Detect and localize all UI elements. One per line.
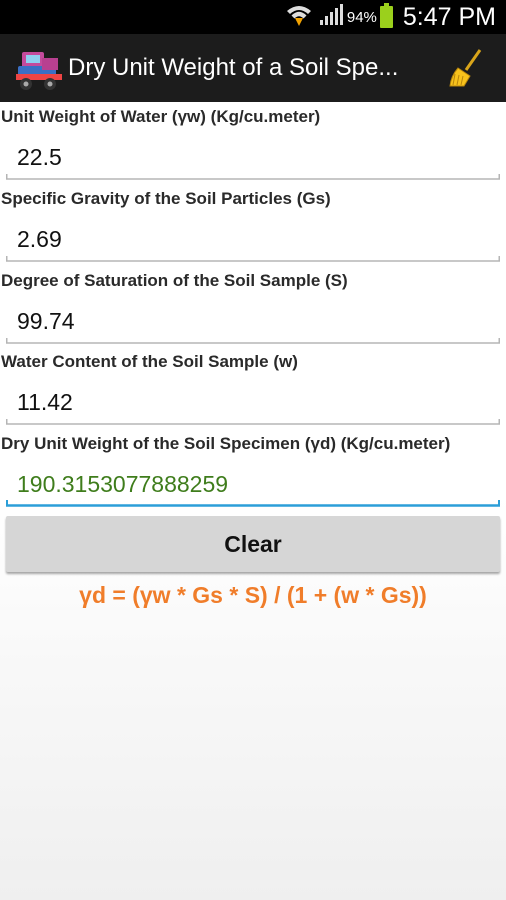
specific-gravity-underline (6, 256, 500, 262)
water-content-underline (6, 419, 500, 425)
action-bar: Dry Unit Weight of a Soil Spe... (0, 34, 506, 102)
clock: 5:47 PM (402, 2, 496, 31)
dry-unit-weight-result[interactable] (6, 464, 500, 504)
dry-unit-weight-label: Dry Unit Weight of the Soil Specimen (γd… (1, 434, 451, 453)
soil-truck-icon (16, 44, 64, 92)
degree-of-saturation-label: Degree of Saturation of the Soil Sample … (1, 271, 348, 290)
battery-percentage: 94% (346, 8, 377, 26)
dry-unit-weight-underline-focused (6, 500, 500, 507)
battery-icon (379, 3, 393, 28)
status-icons: 94% 5:47 PM (285, 0, 496, 34)
specific-gravity-label: Specific Gravity of the Soil Particles (… (1, 189, 331, 208)
signal-icon (319, 3, 343, 31)
specific-gravity-input[interactable] (6, 219, 500, 259)
water-unit-weight-underline (6, 174, 500, 180)
water-unit-weight-label: Unit Weight of Water (γw) (Kg/cu.meter) (1, 107, 321, 126)
clear-button[interactable]: Clear (6, 516, 500, 572)
status-bar: 94% 5:47 PM (0, 0, 506, 34)
water-content-label: Water Content of the Soil Sample (w) (1, 352, 298, 371)
app-title: Dry Unit Weight of a Soil Spe... (68, 54, 399, 81)
degree-of-saturation-underline (6, 338, 500, 344)
water-content-input[interactable] (6, 382, 500, 422)
degree-of-saturation-input[interactable] (6, 301, 500, 341)
broom-icon[interactable] (448, 48, 484, 88)
formula-text: γd = (γw * Gs * S) / (1 + (w * Gs)) (79, 582, 427, 608)
water-unit-weight-input[interactable] (6, 137, 500, 177)
wifi-icon (285, 3, 313, 32)
